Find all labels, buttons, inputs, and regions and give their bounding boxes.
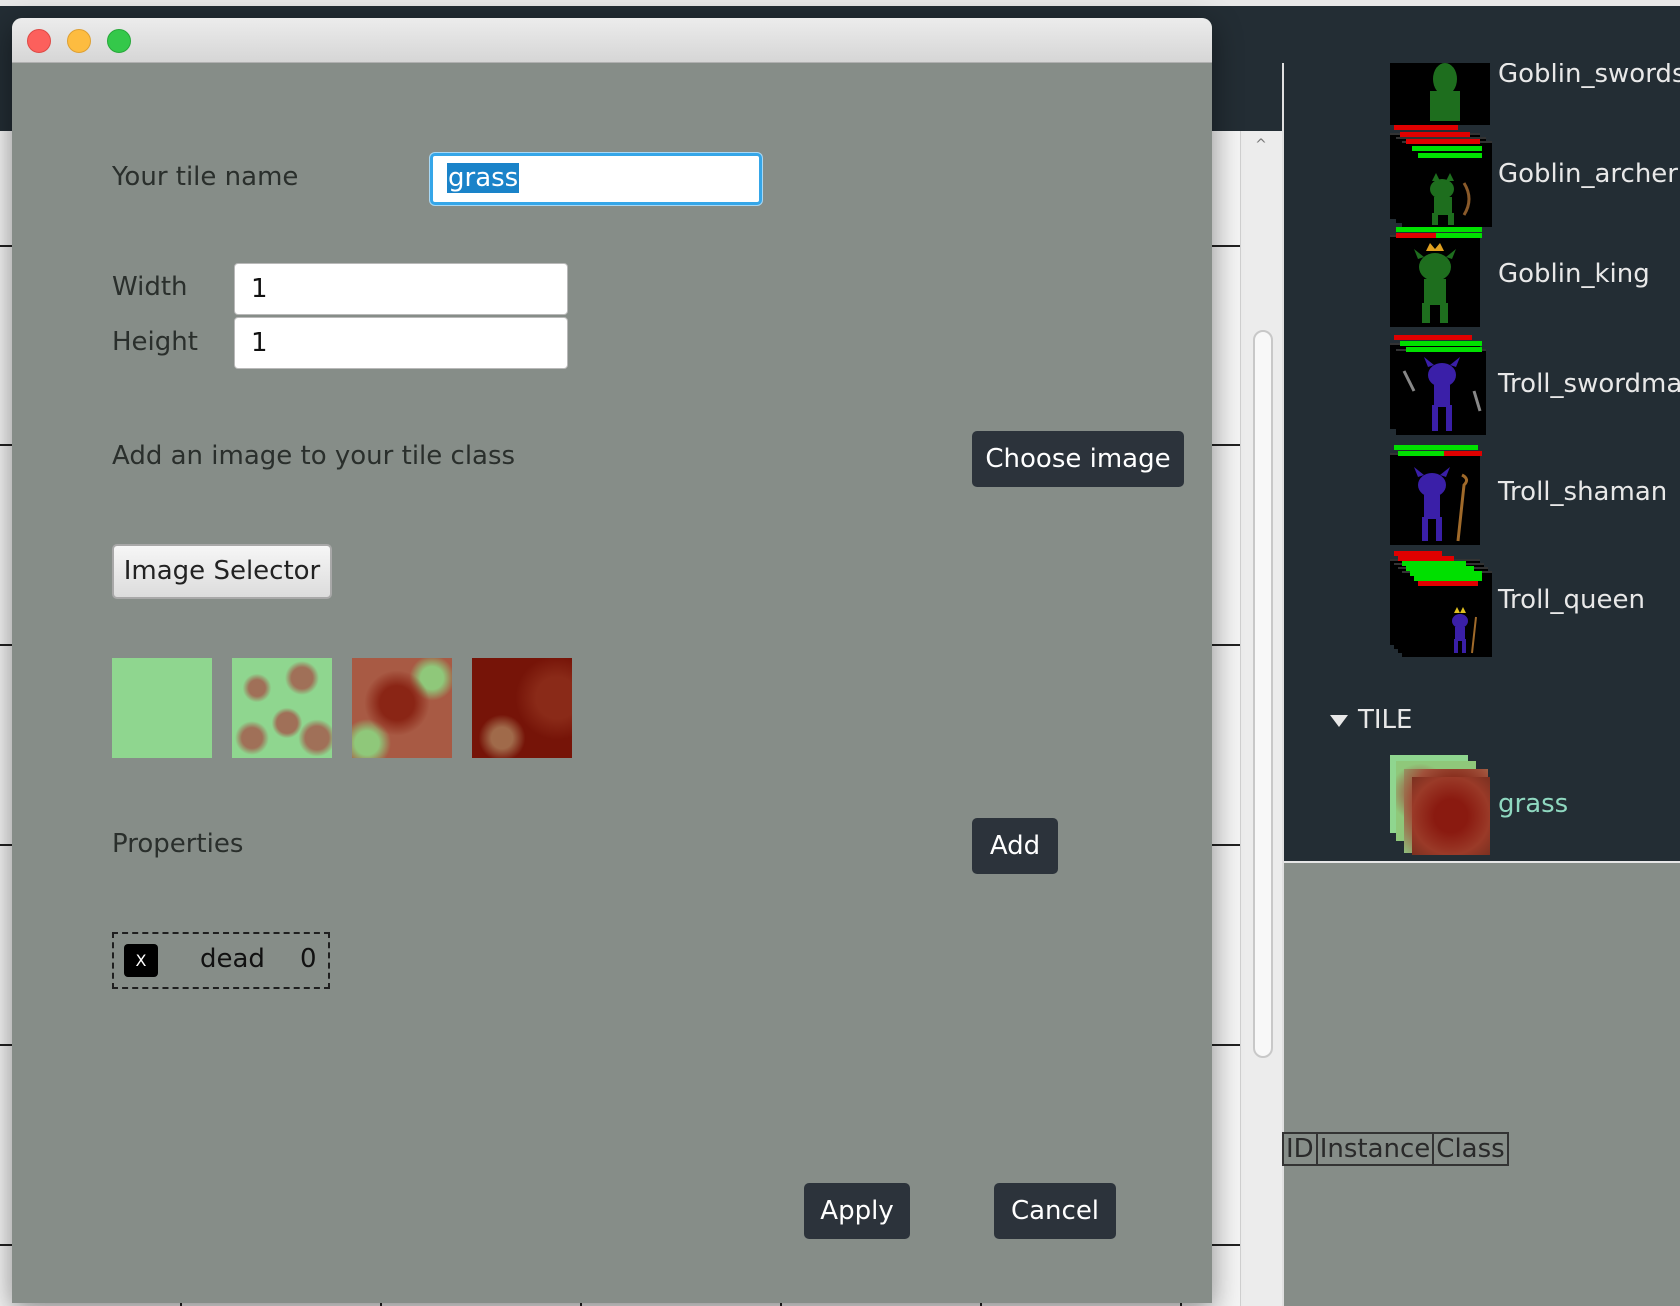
scrollbar-thumb[interactable] — [1253, 330, 1273, 1058]
tree-item-label: Goblin_swordsman — [1498, 63, 1680, 89]
dialog-titlebar[interactable] — [12, 18, 1212, 63]
tile-image-grass-light[interactable] — [112, 658, 212, 758]
cancel-button[interactable]: Cancel — [994, 1183, 1116, 1239]
tree-item-troll-queen[interactable]: Troll_queen — [1390, 551, 1680, 657]
expand-caret-icon[interactable] — [1330, 715, 1348, 727]
tree-item-goblin-king[interactable]: Goblin_king — [1390, 225, 1680, 327]
properties-label: Properties — [112, 829, 244, 859]
tile-name-label: Your tile name — [112, 162, 299, 192]
tile-name-value: grass — [447, 163, 520, 193]
image-prompt-label: Add an image to your tile class — [112, 441, 516, 471]
tree-section-tile[interactable]: TILE — [1358, 705, 1412, 735]
tree-item-grass[interactable]: grass — [1390, 755, 1680, 855]
goblin-king-icon — [1390, 225, 1490, 327]
tree-item-label: Troll_shaman — [1498, 477, 1668, 507]
goblin-swordsman-icon — [1390, 63, 1490, 125]
width-label: Width — [112, 272, 188, 302]
property-name: dead — [200, 944, 265, 974]
tile-name-input[interactable]: grass — [430, 153, 762, 205]
instance-table-header: ID Instance Class — [1282, 1132, 1509, 1166]
troll-swordman-icon — [1390, 335, 1490, 435]
tile-class-dialog: Your tile name grass Width 1 Height 1 Ad… — [12, 18, 1212, 1303]
property-value[interactable]: 0 — [300, 944, 317, 974]
height-label: Height — [112, 327, 198, 357]
goblin-archer-icon — [1390, 125, 1492, 227]
choose-image-button[interactable]: Choose image — [972, 431, 1184, 487]
tree-item-label: Troll_queen — [1498, 585, 1645, 615]
entity-tree[interactable]: Goblin_swordsman Goblin_archer Goblin_ — [1284, 63, 1680, 863]
image-selector-button[interactable]: Image Selector — [112, 544, 332, 599]
add-property-button[interactable]: Add — [972, 818, 1058, 874]
width-input[interactable]: 1 — [234, 263, 568, 315]
close-window-button[interactable] — [27, 29, 51, 53]
tile-image-grass-reddish[interactable] — [352, 658, 452, 758]
scroll-up-icon[interactable]: ^ — [1252, 136, 1270, 154]
tree-item-label: grass — [1498, 789, 1569, 819]
tree-item-label: Goblin_archer — [1498, 159, 1678, 189]
tree-item-troll-shaman[interactable]: Troll_shaman — [1390, 443, 1680, 545]
column-header-id[interactable]: ID — [1284, 1134, 1318, 1164]
minimize-window-button[interactable] — [67, 29, 91, 53]
troll-queen-icon — [1390, 551, 1492, 657]
remove-property-button[interactable]: X — [124, 944, 158, 977]
maximize-window-button[interactable] — [107, 29, 131, 53]
tree-item-troll-swordman[interactable]: Troll_swordman — [1390, 335, 1680, 435]
tree-item-goblin-swordsman[interactable]: Goblin_swordsman — [1390, 63, 1680, 125]
tree-item-label: Troll_swordman — [1498, 369, 1680, 399]
height-input[interactable]: 1 — [234, 317, 568, 369]
grass-tile-icon — [1390, 755, 1490, 855]
column-header-instance[interactable]: Instance — [1318, 1134, 1435, 1164]
tree-item-label: Goblin_king — [1498, 259, 1650, 289]
tile-image-grass-dead[interactable] — [472, 658, 572, 758]
troll-shaman-icon — [1390, 443, 1490, 545]
column-header-class[interactable]: Class — [1434, 1134, 1506, 1164]
tree-item-goblin-archer[interactable]: Goblin_archer — [1390, 125, 1680, 227]
property-row: X dead 0 — [112, 932, 330, 989]
apply-button[interactable]: Apply — [804, 1183, 910, 1239]
tile-image-grass-mixed[interactable] — [232, 658, 332, 758]
